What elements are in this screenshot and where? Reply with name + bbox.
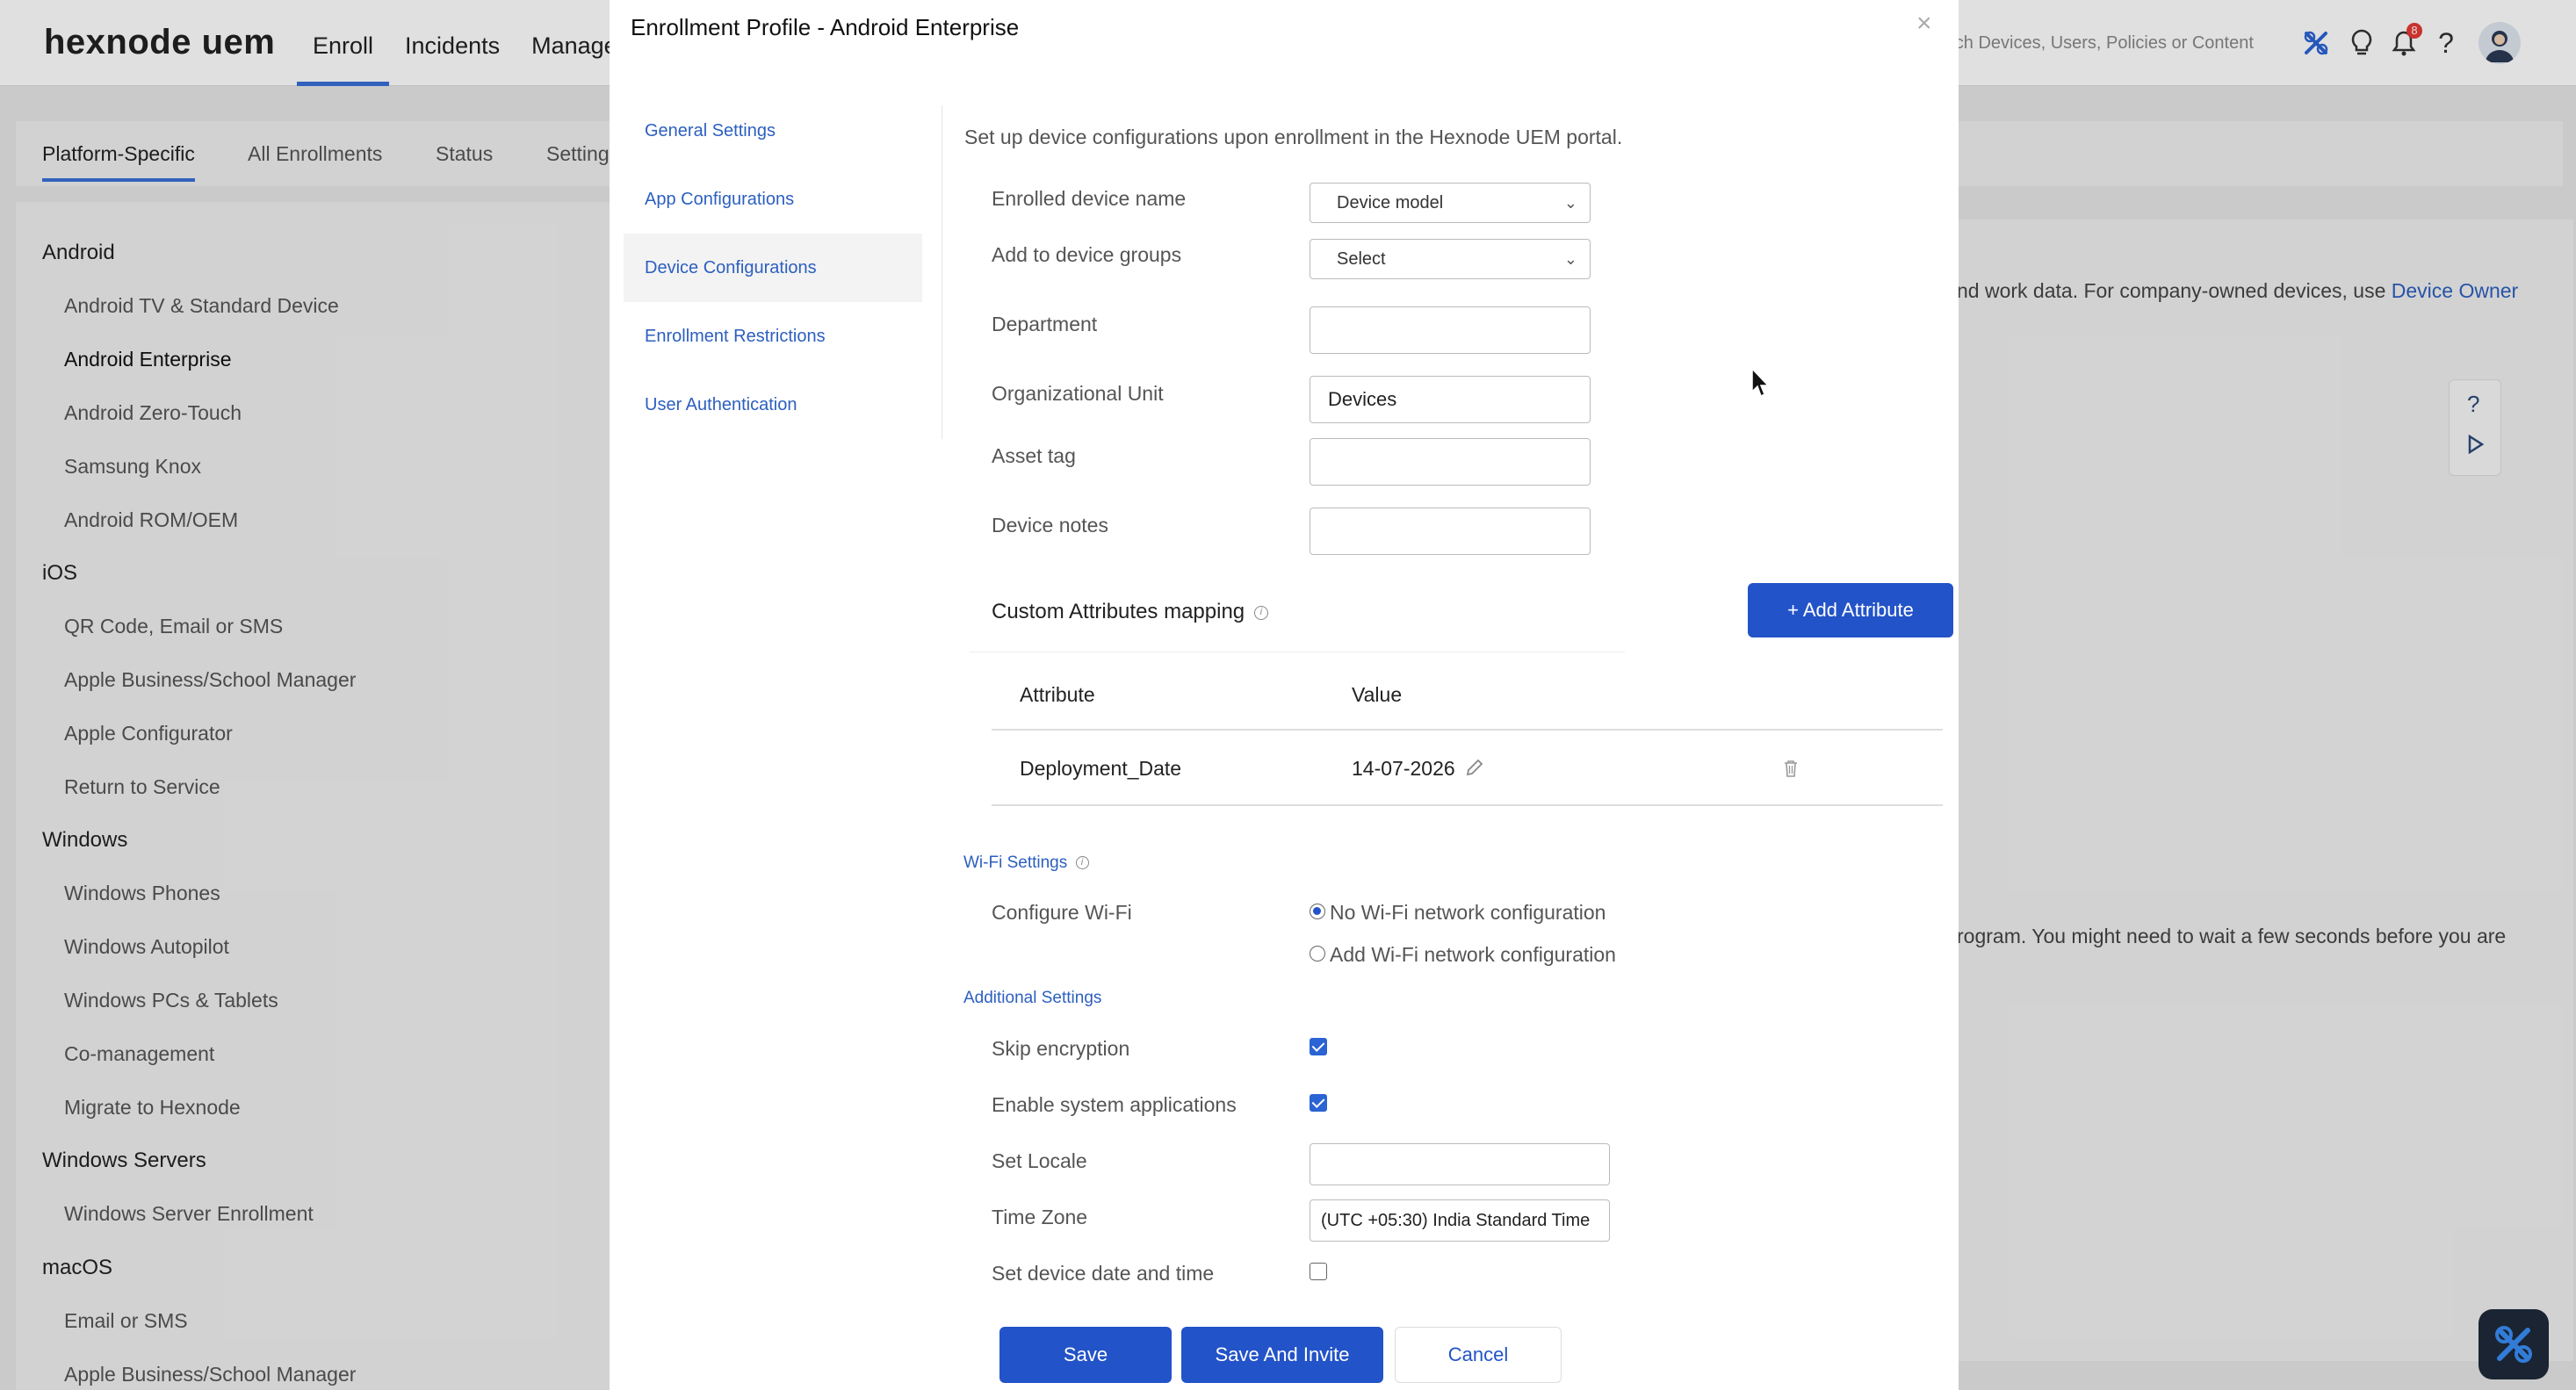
save-and-invite-button[interactable]: Save And Invite (1181, 1327, 1383, 1383)
org-unit-label: Organizational Unit (992, 382, 1164, 405)
enrolled-device-name-select[interactable]: Device model ⌄ (1310, 183, 1591, 223)
mouse-cursor-icon (1750, 367, 1771, 403)
info-icon[interactable]: i (1253, 605, 1268, 620)
save-button[interactable]: Save (999, 1327, 1172, 1383)
custom-attributes-title-text: Custom Attributes mapping (992, 600, 1245, 623)
edit-pencil-icon[interactable] (1464, 757, 1485, 782)
column-attribute: Attribute (1020, 683, 1095, 706)
device-notes-input[interactable] (1310, 508, 1591, 555)
enable-system-apps-checkbox[interactable] (1310, 1094, 1327, 1112)
org-unit-input[interactable] (1310, 376, 1591, 423)
tab-user-authentication[interactable]: User Authentication (624, 371, 922, 439)
configure-wifi-label: Configure Wi-Fi (992, 901, 1132, 924)
column-value: Value (1352, 683, 1403, 706)
device-notes-label: Device notes (992, 514, 1108, 537)
skip-encryption-label: Skip encryption (992, 1037, 1130, 1060)
wifi-settings-title: Wi-Fi Settings i (963, 853, 1089, 873)
tab-enrollment-restrictions[interactable]: Enrollment Restrictions (624, 302, 922, 371)
set-date-time-label: Set device date and time (992, 1262, 1215, 1285)
department-input[interactable] (1310, 306, 1591, 354)
set-date-time-checkbox[interactable] (1310, 1263, 1327, 1280)
chevron-down-icon: ⌄ (1563, 194, 1577, 212)
enrollment-profile-modal: Enrollment Profile - Android Enterprise … (610, 0, 1959, 1390)
custom-attributes-title: Custom Attributes mapping i (992, 600, 1268, 624)
radio-no-wifi[interactable] (1310, 904, 1325, 919)
time-zone-label: Time Zone (992, 1206, 1088, 1228)
set-locale-label: Set Locale (992, 1149, 1087, 1172)
add-wifi-label[interactable]: Add Wi-Fi network configuration (1330, 943, 1616, 967)
attribute-name: Deployment_Date (1020, 757, 1182, 780)
time-zone-input[interactable] (1310, 1199, 1610, 1242)
table-header: Attribute Value (992, 660, 1943, 731)
tab-app-configurations[interactable]: App Configurations (624, 165, 922, 234)
enrolled-device-name-label: Enrolled device name (992, 187, 1187, 210)
device-groups-value: Select (1337, 249, 1386, 269)
radio-add-wifi[interactable] (1310, 946, 1325, 961)
device-groups-select[interactable]: Select ⌄ (1310, 239, 1591, 279)
department-label: Department (992, 313, 1098, 335)
cancel-button[interactable]: Cancel (1395, 1327, 1562, 1383)
skip-encryption-checkbox[interactable] (1310, 1038, 1327, 1055)
enrolled-device-name-value: Device model (1337, 193, 1444, 212)
attribute-value: 14-07-2026 (1352, 757, 1455, 780)
info-icon[interactable]: i (1075, 856, 1089, 870)
additional-settings-title: Additional Settings (963, 989, 1102, 1007)
add-attribute-button[interactable]: + Add Attribute (1748, 583, 1953, 637)
delete-trash-icon[interactable] (1782, 759, 1800, 782)
modal-title: Enrollment Profile - Android Enterprise (631, 14, 1020, 40)
wifi-settings-title-text: Wi-Fi Settings (963, 853, 1068, 872)
close-icon[interactable]: × (1916, 9, 1932, 39)
table-row: Deployment_Date 14-07-2026 (992, 732, 1943, 806)
tab-general-settings[interactable]: General Settings (624, 97, 922, 165)
enable-system-apps-label: Enable system applications (992, 1093, 1237, 1116)
intro-text: Set up device configurations upon enroll… (964, 126, 1623, 148)
tab-device-configurations[interactable]: Device Configurations (624, 234, 922, 302)
locale-input[interactable] (1310, 1143, 1610, 1185)
no-wifi-label[interactable]: No Wi-Fi network configuration (1330, 901, 1605, 925)
chevron-down-icon: ⌄ (1563, 250, 1577, 268)
add-to-groups-label: Add to device groups (992, 243, 1182, 266)
asset-tag-label: Asset tag (992, 444, 1076, 467)
asset-tag-input[interactable] (1310, 438, 1591, 486)
